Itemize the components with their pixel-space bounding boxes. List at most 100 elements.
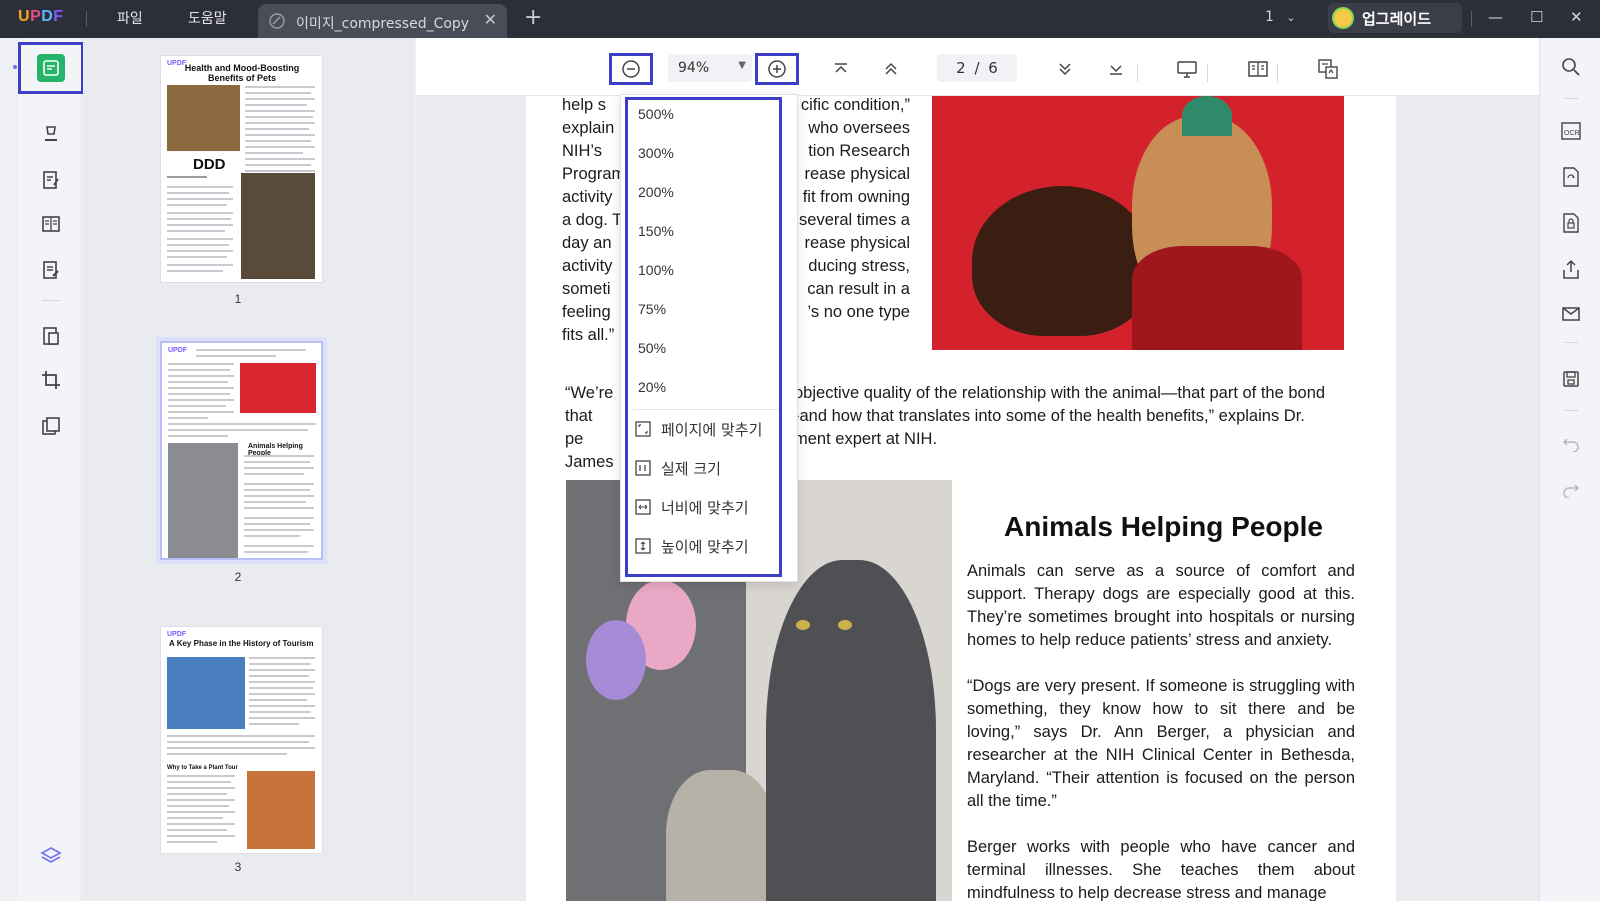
text-line: “We’re <box>565 384 614 402</box>
page-display-button[interactable] <box>1236 53 1280 85</box>
lock-file-icon <box>1563 213 1579 233</box>
redo-icon <box>1563 484 1580 498</box>
thumb-logo: UPDF <box>168 347 188 354</box>
minimize-button[interactable]: — <box>1488 8 1503 26</box>
title-bar: UPDF 파일 도움말 이미지_compressed_Copy ✕ + 1 ⌄ … <box>0 0 1600 38</box>
first-page-icon <box>835 63 847 73</box>
page-layout-icon <box>42 216 60 232</box>
ocr-button[interactable]: OCR <box>1558 118 1584 144</box>
comment-tool-button[interactable] <box>18 108 84 160</box>
menu-help[interactable]: 도움말 <box>188 8 227 28</box>
upgrade-label: 업그레이드 <box>1362 10 1432 28</box>
cat-thumb-image <box>168 443 238 558</box>
thumbnail-page-2[interactable]: UPDF Animals Helping People <box>160 341 323 560</box>
share-button[interactable] <box>1558 256 1584 282</box>
presentation-button[interactable] <box>1165 53 1209 85</box>
search-icon <box>1562 58 1580 76</box>
zoom-option-300[interactable]: 300% <box>638 145 674 161</box>
previous-page-button[interactable] <box>869 53 913 85</box>
title-separator <box>1471 11 1472 27</box>
document-tab[interactable]: 이미지_compressed_Copy ✕ <box>258 4 507 38</box>
zoom-in-icon <box>768 60 786 78</box>
reindeer-dogs-thumb-image <box>240 363 316 413</box>
quote-left-fragments: “We’re that pe James <box>565 382 615 474</box>
maximize-button[interactable]: ☐ <box>1530 8 1543 26</box>
layers-button[interactable] <box>18 830 84 882</box>
zoom-option-200[interactable]: 200% <box>638 184 674 200</box>
crop-tool-button[interactable] <box>18 354 84 406</box>
form-tool-button[interactable] <box>18 244 84 296</box>
fit-width-icon <box>635 499 651 515</box>
fit-width-option[interactable]: 너비에 맞추기 <box>635 497 749 517</box>
edit-tab-icon <box>268 12 286 34</box>
text-line: James <box>565 453 614 471</box>
eiffel-tower-thumb-image <box>247 771 315 849</box>
thumbnail-number: 3 <box>234 860 242 874</box>
thumb-overlay-text: DDD <box>193 156 226 173</box>
zoom-level-value: 94% <box>678 60 710 76</box>
translate-button[interactable] <box>1306 53 1350 85</box>
zoom-in-button[interactable] <box>755 53 799 85</box>
form-icon <box>43 261 59 279</box>
window-count-dropdown[interactable]: 1 ⌄ <box>1265 9 1296 25</box>
save-button[interactable] <box>1558 366 1584 392</box>
search-button[interactable] <box>1558 54 1584 80</box>
page-tool-button[interactable] <box>18 400 84 452</box>
close-tab-icon[interactable]: ✕ <box>484 10 497 29</box>
document-canvas: help s explain NIH’s Program activity a … <box>416 38 1539 901</box>
body-text-column: Animals can serve as a source of comfort… <box>967 560 1355 901</box>
zoom-option-20[interactable]: 20% <box>638 379 666 395</box>
thumb-title: A Key Phase in the History of Tourism <box>169 639 314 648</box>
two-page-view-icon <box>1248 61 1268 77</box>
zoom-option-150[interactable]: 150% <box>638 223 674 239</box>
upgrade-button[interactable]: 업그레이드 <box>1328 3 1462 33</box>
avatar <box>1332 7 1354 29</box>
paragraph: “Dogs are very present. If someone is st… <box>967 677 1355 810</box>
redo-button[interactable] <box>1558 476 1584 502</box>
page-number-field[interactable]: 2 / 6 <box>937 54 1017 82</box>
cat-thumb-image <box>167 85 240 151</box>
thumb-title: Health and Mood-Boosting Benefits of Pet… <box>184 63 300 83</box>
rail-separator <box>1564 98 1578 99</box>
reader-mode-button[interactable] <box>18 42 84 94</box>
menu-file[interactable]: 파일 <box>117 8 143 28</box>
first-page-button[interactable] <box>819 53 863 85</box>
zoom-level-select[interactable]: 94% ▼ <box>668 54 752 82</box>
email-button[interactable] <box>1558 301 1584 327</box>
close-window-button[interactable]: ✕ <box>1570 8 1583 26</box>
zoom-dropdown-menu: 500% 300% 200% 150% 100% 75% 50% 20% 페이지… <box>620 94 798 582</box>
title-separator <box>86 11 87 27</box>
new-tab-button[interactable]: + <box>524 5 542 30</box>
left-toolbar <box>18 38 84 901</box>
organize-tool-button[interactable] <box>18 198 84 250</box>
thumbnail-page-3[interactable]: UPDF A Key Phase in the History of Touri… <box>160 626 323 854</box>
active-indicator <box>13 65 17 69</box>
next-page-button[interactable] <box>1043 53 1087 85</box>
thumbnail-number: 1 <box>234 292 242 306</box>
fit-width-label: 너비에 맞추기 <box>661 498 749 517</box>
right-toolbar: OCR <box>1539 38 1600 901</box>
thumbnail-number: 2 <box>234 570 242 584</box>
zoom-option-50[interactable]: 50% <box>638 340 666 356</box>
save-icon <box>1563 371 1579 387</box>
undo-icon <box>1562 438 1579 452</box>
window-count-label: 1 <box>1265 9 1274 25</box>
zoom-out-button[interactable] <box>609 53 653 85</box>
quote-right-fragments: objective quality of the relationship wi… <box>794 382 1346 451</box>
thumbnail-page-1[interactable]: UPDF Health and Mood-Boosting Benefits o… <box>160 55 323 283</box>
fit-page-option[interactable]: 페이지에 맞추기 <box>635 419 762 439</box>
rail-separator <box>1564 410 1578 411</box>
protect-pdf-button[interactable] <box>1558 210 1584 236</box>
zoom-option-100[interactable]: 100% <box>638 262 674 278</box>
highlighter-icon <box>45 126 57 141</box>
convert-pdf-button[interactable] <box>1558 164 1584 190</box>
zoom-option-500[interactable]: 500% <box>638 106 674 122</box>
reindeer-dogs-image <box>932 96 1344 350</box>
edit-pdf-icon <box>43 171 59 189</box>
zoom-option-75[interactable]: 75% <box>638 301 666 317</box>
undo-button[interactable] <box>1558 430 1584 456</box>
actual-size-option[interactable]: 실제 크기 <box>635 458 721 478</box>
fit-height-option[interactable]: 높이에 맞추기 <box>635 536 749 556</box>
last-page-button[interactable] <box>1094 53 1138 85</box>
layers-icon <box>40 847 62 863</box>
